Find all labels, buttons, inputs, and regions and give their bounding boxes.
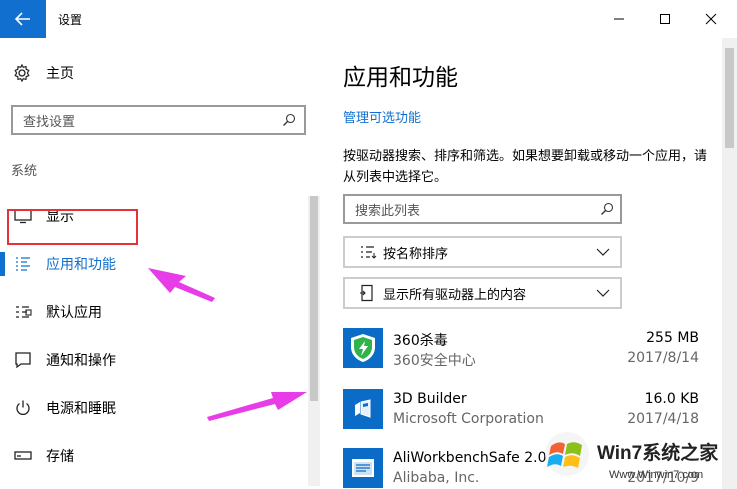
notification-icon [13, 351, 33, 369]
title-bar: 设置 [0, 0, 737, 38]
sidebar: 主页 查找设置 系统 显示 应用和功能 默认应用 通知和操作 电源和睡眠 存储 [0, 38, 322, 489]
window-title: 设置 [58, 13, 83, 27]
watermark-brand-text: Win7系统之家 [597, 441, 719, 464]
app-name: 360杀毒 [393, 333, 448, 349]
sidebar-item-power-sleep[interactable]: 电源和睡眠 [0, 388, 300, 428]
gear-icon [14, 63, 30, 83]
page-title: 应用和功能 [343, 65, 458, 91]
app-list-item-360[interactable]: 360杀毒 360安全中心 255 MB 2017/8/14 [343, 328, 703, 370]
settings-search-placeholder: 查找设置 [23, 114, 76, 130]
sidebar-item-notifications[interactable]: 通知和操作 [0, 340, 300, 380]
minimize-icon [614, 18, 624, 20]
close-button[interactable] [688, 0, 734, 38]
app-name: AliWorkbenchSafe 2.0 [393, 450, 547, 466]
drive-filter-dropdown[interactable]: 显示所有驱动器上的内容 [343, 277, 622, 309]
search-icon [282, 113, 296, 127]
highlight-box [7, 209, 138, 245]
drive-filter-label: 显示所有驱动器上的内容 [383, 287, 527, 303]
app-date: 2017/8/14 [627, 350, 699, 366]
sidebar-item-label: 通知和操作 [46, 353, 116, 369]
app-size: 255 MB [646, 330, 699, 346]
sidebar-item-label: 电源和睡眠 [46, 401, 116, 417]
sort-icon [359, 244, 377, 260]
sort-label: 按名称排序 [383, 246, 449, 262]
power-icon [13, 399, 33, 417]
360-antivirus-icon [343, 328, 383, 368]
home-link[interactable]: 主页 [12, 62, 74, 84]
section-label-system: 系统 [11, 164, 38, 179]
app-size: 16.0 KB [644, 391, 699, 407]
3d-builder-icon [343, 389, 383, 429]
default-apps-icon [13, 303, 33, 321]
maximize-icon [660, 14, 670, 24]
close-icon [705, 13, 717, 25]
sidebar-item-apps-features[interactable]: 应用和功能 [0, 244, 300, 284]
storage-icon [13, 447, 33, 465]
manage-optional-features-link[interactable]: 管理可选功能 [343, 107, 421, 126]
settings-search-input[interactable]: 查找设置 [11, 105, 306, 135]
app-list-search-placeholder: 搜索此列表 [355, 203, 421, 219]
minimize-button[interactable] [596, 0, 642, 38]
back-button[interactable] [0, 0, 46, 38]
sort-dropdown[interactable]: 按名称排序 [343, 236, 622, 268]
home-label: 主页 [46, 66, 74, 82]
apps-list-icon [13, 255, 33, 273]
chevron-down-icon [596, 248, 610, 256]
sidebar-item-storage[interactable]: 存储 [0, 436, 300, 476]
sidebar-item-default-apps[interactable]: 默认应用 [0, 292, 300, 332]
app-publisher: Alibaba, Inc. [393, 470, 480, 486]
search-icon [600, 202, 614, 216]
chevron-down-icon [596, 289, 610, 297]
app-publisher: Microsoft Corporation [393, 411, 544, 427]
sidebar-item-label: 应用和功能 [46, 257, 116, 273]
selection-indicator [0, 252, 5, 276]
back-arrow-icon [15, 12, 30, 26]
app-list-search-input[interactable]: 搜索此列表 [343, 194, 622, 224]
app-name: 3D Builder [393, 391, 467, 407]
watermark-url-text: Www.Winwin7.com [609, 469, 703, 481]
sidebar-scrollbar-thumb[interactable] [310, 196, 318, 401]
main-scrollbar-thumb[interactable] [725, 48, 734, 148]
watermark-logo: Win7系统之家 Www.Winwin7.com [537, 410, 737, 489]
drive-icon [359, 284, 377, 302]
sidebar-item-label: 存储 [46, 449, 74, 465]
sidebar-scrollbar[interactable] [308, 196, 320, 486]
aliworkbench-icon [343, 448, 383, 488]
app-publisher: 360安全中心 [393, 353, 476, 369]
sidebar-item-label: 默认应用 [46, 305, 102, 321]
maximize-button[interactable] [642, 0, 688, 38]
page-description: 按驱动器搜索、排序和筛选。如果想要卸载或移动一个应用，请从列表中选择它。 [343, 149, 708, 185]
